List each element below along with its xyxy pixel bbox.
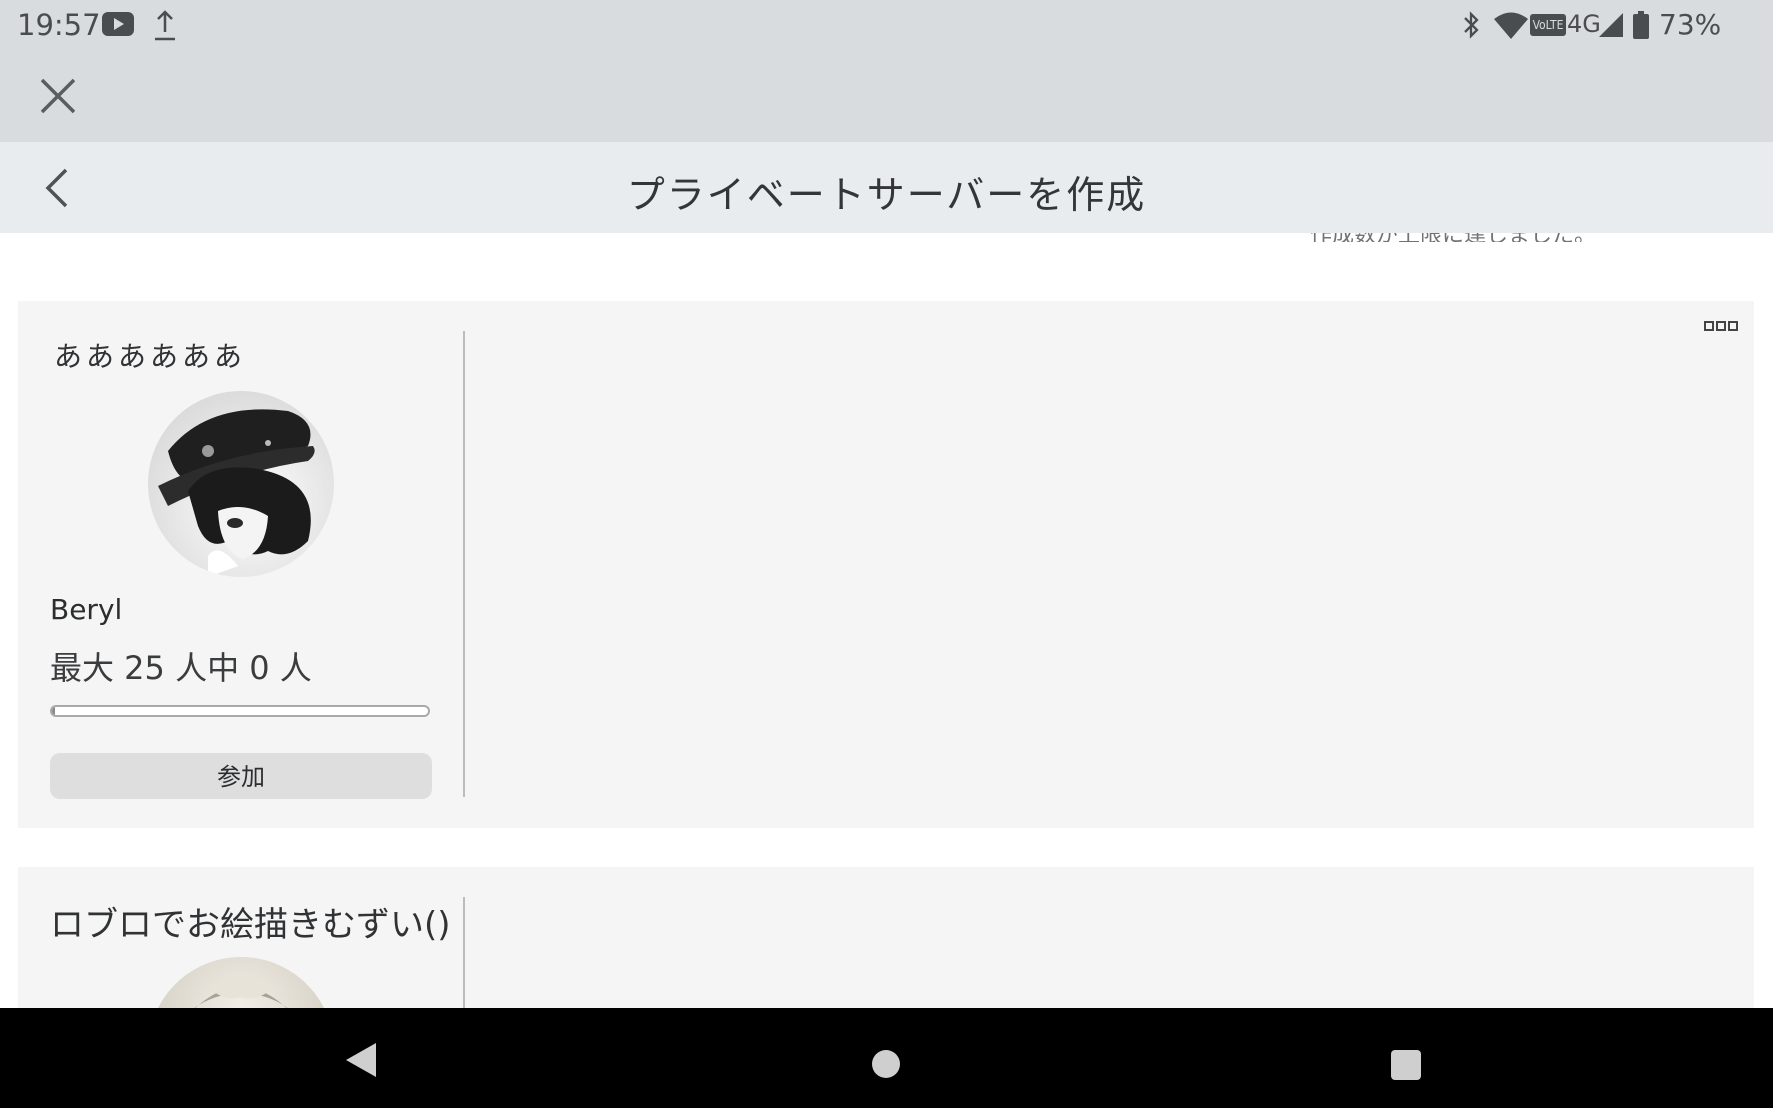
signal-icon: [1599, 13, 1623, 37]
wifi-icon: [1494, 12, 1528, 39]
card-divider: [463, 897, 465, 1008]
server-card-info: ロブロでお絵描きむずい(): [18, 867, 464, 1008]
join-button[interactable]: 参加: [50, 753, 432, 799]
nav-recent-apps-icon[interactable]: [1391, 1050, 1421, 1080]
status-bar: 19:57 VoLTE 4G 73%: [0, 0, 1773, 52]
card-divider: [463, 331, 465, 797]
server-name: ロブロでお絵描きむずい(): [50, 905, 450, 945]
server-card: ああああああ Beryl 最大 25 人中 0 人 参加: [18, 301, 1754, 828]
avatar-illustration: [194, 977, 288, 1008]
more-options-icon[interactable]: [1704, 321, 1740, 333]
avatar: [148, 391, 334, 577]
player-count: 最大 25 人中 0 人: [50, 649, 312, 687]
close-icon[interactable]: [38, 76, 78, 116]
nav-back-icon[interactable]: [344, 1041, 378, 1079]
page-title: プライベートサーバーを作成: [626, 173, 1147, 217]
screen: 19:57 VoLTE 4G 73% プライベートサーバーを作成 ああああああ …: [0, 0, 1773, 1108]
cutoff-notice-text: 作成数が上限に達しました。: [1310, 233, 1596, 242]
status-time: 19:57: [17, 8, 101, 42]
top-action-bar: [0, 52, 1773, 142]
volte-icon: VoLTE: [1530, 14, 1566, 36]
bluetooth-icon: [1464, 11, 1479, 39]
youtube-icon: [102, 12, 134, 36]
battery-icon: [1633, 11, 1649, 39]
player-progress-bar: [50, 705, 430, 717]
server-card: ロブロでお絵描きむずい(): [18, 867, 1754, 1008]
avatar: [148, 957, 334, 1008]
owner-name: Beryl: [50, 593, 123, 626]
battery-percent: 73%: [1659, 8, 1722, 41]
system-nav-bar: [0, 1008, 1773, 1108]
network-type: 4G: [1567, 10, 1601, 38]
avatar-illustration: [158, 409, 315, 577]
nav-home-icon[interactable]: [872, 1050, 900, 1078]
upload-icon: [155, 10, 175, 41]
server-name: ああああああ: [54, 340, 247, 373]
player-progress-fill: [52, 707, 55, 715]
cutoff-notice: 作成数が上限に達しました。: [1310, 233, 1596, 242]
server-card-info: ああああああ Beryl 最大 25 人中 0 人 参加: [18, 301, 464, 828]
page-header: プライベートサーバーを作成: [0, 142, 1773, 233]
